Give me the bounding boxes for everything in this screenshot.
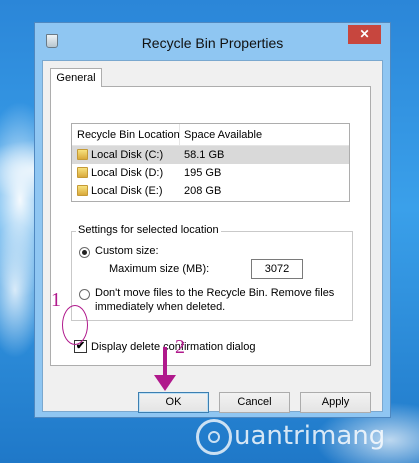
tab-panel-general: Recycle Bin Location Space Available Loc… <box>50 86 371 366</box>
recycle-bin-properties-window: Recycle Bin Properties ✕ General Recycle… <box>34 22 391 418</box>
max-size-label: Maximum size (MB): <box>109 263 210 275</box>
list-item-drive-c[interactable]: Local Disk (C:) 58.1 GB <box>72 146 349 164</box>
pointer-arrow-icon <box>154 347 176 391</box>
max-size-input[interactable] <box>251 259 303 279</box>
settings-group-label: Settings for selected location <box>76 224 221 236</box>
window-title: Recycle Bin Properties <box>141 35 284 51</box>
dont-move-files-label-cont[interactable]: immediately when deleted. <box>95 301 225 313</box>
list-item-space: 208 GB <box>184 185 222 197</box>
drive-folder-icon <box>77 185 88 196</box>
list-header: Recycle Bin Location Space Available <box>72 124 349 146</box>
drive-folder-icon <box>77 167 88 178</box>
drive-folder-icon <box>77 149 88 160</box>
list-item-drive-d[interactable]: Local Disk (D:) 195 GB <box>72 164 349 182</box>
watermark-text: uantrimang <box>234 421 386 451</box>
list-item-space: 58.1 GB <box>184 149 225 161</box>
dont-move-files-label[interactable]: Don't move files to the Recycle Bin. Rem… <box>95 287 334 299</box>
column-header-location[interactable]: Recycle Bin Location <box>77 129 180 141</box>
ok-button[interactable]: OK <box>138 392 209 413</box>
dont-move-files-radio[interactable] <box>79 289 90 300</box>
list-item-location: Local Disk (D:) <box>91 167 164 179</box>
custom-size-radio[interactable] <box>79 247 90 258</box>
close-icon: ✕ <box>359 27 370 41</box>
list-item-space: 195 GB <box>184 167 222 179</box>
dialog-body: General Recycle Bin Location Space Avail… <box>42 60 383 412</box>
location-list[interactable]: Recycle Bin Location Space Available Loc… <box>71 123 350 202</box>
column-header-space[interactable]: Space Available <box>184 129 262 141</box>
step-1-label: 1 <box>51 289 61 311</box>
close-button[interactable]: ✕ <box>348 25 381 44</box>
watermark-logo-icon <box>196 419 232 455</box>
column-divider[interactable] <box>179 124 180 145</box>
custom-size-label[interactable]: Custom size: <box>95 245 159 257</box>
list-item-location: Local Disk (C:) <box>91 149 164 161</box>
title-bar[interactable]: Recycle Bin Properties ✕ <box>35 23 390 53</box>
cancel-button[interactable]: Cancel <box>219 392 290 413</box>
apply-button[interactable]: Apply <box>300 392 371 413</box>
tab-general[interactable]: General <box>50 68 102 87</box>
watermark: uantrimang <box>196 415 406 459</box>
step-1-highlight-circle <box>62 305 88 345</box>
list-item-location: Local Disk (E:) <box>91 185 163 197</box>
list-item-drive-e[interactable]: Local Disk (E:) 208 GB <box>72 182 349 200</box>
